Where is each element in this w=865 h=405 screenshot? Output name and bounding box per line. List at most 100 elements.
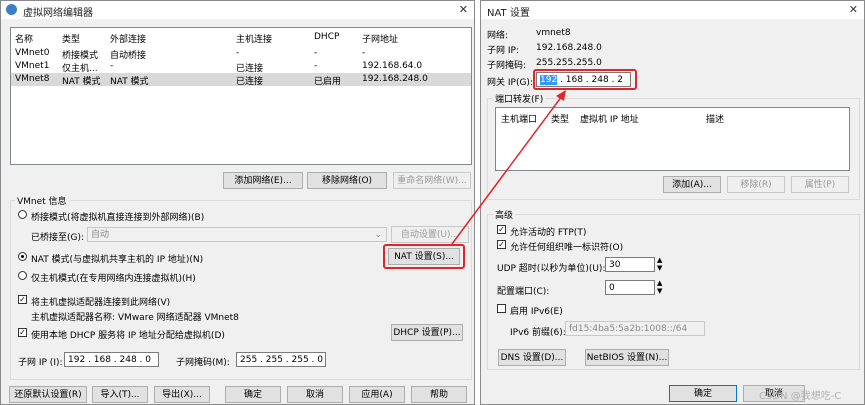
export-button[interactable]: 导出(X)... <box>154 386 210 403</box>
row-cell: 已连接 <box>236 77 264 87</box>
network-value: vmnet8 <box>536 28 571 38</box>
config-port-input[interactable]: 0 <box>605 280 655 295</box>
window-title: NAT 设置 <box>487 8 530 19</box>
vmnet-info-title: VMnet 信息 <box>15 194 69 207</box>
auto-settings-button[interactable]: 自动设置(U)... <box>391 226 469 243</box>
bridged-to-value: 自动 <box>91 230 110 240</box>
title-bar: 虚拟网络编辑器 ✕ <box>1 1 474 19</box>
allow-ftp-checkbox[interactable]: ✓ <box>497 225 506 234</box>
row-cell: - <box>362 48 366 58</box>
config-port-label: 配置端口(C): <box>497 287 550 297</box>
import-button[interactable]: 导入(T)... <box>92 386 148 403</box>
subnet-ip-label: 子网 IP: <box>487 46 519 56</box>
port-add-button[interactable]: 添加(A)... <box>663 176 721 193</box>
add-network-button[interactable]: 添加网络(E)... <box>223 172 303 189</box>
row-cell: VMnet8 <box>15 74 50 84</box>
port-properties-button[interactable]: 属性(P) <box>791 176 849 193</box>
apply-button[interactable]: 应用(A) <box>349 386 405 403</box>
ok-button[interactable]: 确定 <box>669 385 737 402</box>
connect-adapter-label: 将主机虚拟适配器连接到此网络(V) <box>31 298 171 308</box>
dhcp-settings-button[interactable]: DHCP 设置(P)... <box>391 324 463 341</box>
row-cell: 192.168.248.0 <box>362 74 428 84</box>
adapter-name-text: 主机虚拟适配器名称: VMware 网络适配器 VMnet8 <box>31 313 239 323</box>
col-host[interactable]: 主机连接 <box>236 32 272 45</box>
chevron-down-icon: ⌄ <box>374 230 382 240</box>
subnet-mask-label: 子网掩码(M): <box>176 358 230 368</box>
ok-button[interactable]: 确定 <box>225 386 281 403</box>
nat-mode-label: NAT 模式(与虚拟机共享主机的 IP 地址)(N) <box>31 255 204 265</box>
row-cell: - <box>314 48 318 58</box>
row-cell: - <box>236 48 240 58</box>
row-cell: 192.168.64.0 <box>362 61 423 71</box>
col-name[interactable]: 名称 <box>15 32 33 45</box>
network-table: 名称 类型 外部连接 主机连接 DHCP 子网地址 VMnet0 桥接模式 自动… <box>10 27 472 165</box>
gateway-label: 网关 IP(G): <box>487 78 533 88</box>
row-cell: - <box>314 61 318 71</box>
udp-stepper-icon[interactable]: ▲ ▼ <box>657 256 662 272</box>
host-only-radio[interactable] <box>18 271 27 280</box>
subnet-mask-input[interactable]: 255 . 255 . 255 . 0 <box>236 352 326 367</box>
col-description[interactable]: 描述 <box>706 112 724 125</box>
watermark-text: CSDN @我想吃-C <box>759 391 842 402</box>
row-cell: VMnet1 <box>15 61 50 71</box>
port-remove-button[interactable]: 移除(R) <box>727 176 785 193</box>
bridged-to-label: 已桥接至(G): <box>31 233 85 243</box>
title-bar: NAT 设置 ✕ <box>481 1 864 19</box>
virtual-network-editor-window: 虚拟网络编辑器 ✕ 名称 类型 外部连接 主机连接 DHCP 子网地址 VMne… <box>0 0 475 405</box>
subnet-ip-label: 子网 IP (I): <box>18 358 63 368</box>
gateway-highlight <box>533 69 637 90</box>
allow-oui-checkbox[interactable]: ✓ <box>497 240 506 249</box>
col-dhcp[interactable]: DHCP <box>314 32 339 42</box>
close-icon[interactable]: ✕ <box>849 3 858 16</box>
bridge-mode-radio[interactable] <box>18 210 27 219</box>
help-button[interactable]: 帮助 <box>411 386 467 403</box>
col-subnet[interactable]: 子网地址 <box>362 32 398 45</box>
subnet-ip-value: 192.168.248.0 <box>536 43 602 53</box>
table-row[interactable]: VMnet1 仅主机... - 已连接 - 192.168.64.0 <box>11 60 471 74</box>
row-cell: VMnet0 <box>15 48 50 58</box>
netbios-settings-button[interactable]: NetBIOS 设置(N)... <box>585 349 669 366</box>
ipv6-prefix-label: IPv6 前缀(6): <box>510 328 566 338</box>
port-forward-title: 端口转发(F) <box>493 92 546 105</box>
port-stepper-icon[interactable]: ▲ ▼ <box>657 279 662 295</box>
port-forward-table: 主机端口 类型 虚拟机 IP 地址 描述 <box>495 107 850 171</box>
nat-settings-highlight <box>383 244 465 269</box>
use-dhcp-checkbox[interactable]: ✓ <box>18 328 27 337</box>
window-title: 虚拟网络编辑器 <box>23 8 93 19</box>
host-only-label: 仅主机模式(在专用网络内连接虚拟机)(H) <box>31 274 196 284</box>
app-icon <box>6 4 17 15</box>
allow-oui-label: 允许任何组织唯一标识符(O) <box>510 243 624 253</box>
close-icon[interactable]: ✕ <box>459 3 468 16</box>
advanced-title: 高级 <box>493 208 516 221</box>
remove-network-button[interactable]: 移除网络(O) <box>307 172 387 189</box>
col-vm-ip[interactable]: 虚拟机 IP 地址 <box>580 112 639 125</box>
ipv6-checkbox[interactable] <box>497 304 506 313</box>
bridged-to-select[interactable]: 自动 ⌄ <box>87 227 387 242</box>
dns-settings-button[interactable]: DNS 设置(D)... <box>498 349 566 366</box>
use-dhcp-label: 使用本地 DHCP 服务将 IP 地址分配给虚拟机(D) <box>31 331 225 341</box>
allow-ftp-label: 允许活动的 FTP(T) <box>510 228 587 238</box>
ipv6-prefix-input[interactable]: fd15:4ba5:5a2b:1008::/64 <box>565 321 705 336</box>
subnet-ip-input[interactable]: 192 . 168 . 248 . 0 <box>64 352 159 367</box>
row-cell: 已启用 <box>314 77 342 87</box>
udp-timeout-input[interactable]: 30 <box>605 257 655 272</box>
network-label: 网络: <box>487 31 509 41</box>
ipv6-label: 启用 IPv6(E) <box>510 307 563 317</box>
bridge-mode-label: 桥接模式(将虚拟机直接连接到外部网络)(B) <box>31 213 205 223</box>
col-external[interactable]: 外部连接 <box>110 32 146 45</box>
row-cell: - <box>110 61 114 71</box>
nat-settings-window: NAT 设置 ✕ 网络: vmnet8 子网 IP: 192.168.248.0… <box>480 0 865 405</box>
col-type[interactable]: 类型 <box>551 112 569 125</box>
udp-timeout-label: UDP 超时(以秒为单位)(U): <box>497 264 606 274</box>
table-row-selected[interactable]: VMnet8 NAT 模式 NAT 模式 已连接 已启用 192.168.248… <box>11 73 471 87</box>
nat-mode-radio[interactable] <box>18 252 27 261</box>
col-host-port[interactable]: 主机端口 <box>501 112 537 125</box>
row-cell: NAT 模式 <box>110 77 149 87</box>
rename-network-button[interactable]: 重命名网络(W)... <box>393 172 471 189</box>
restore-defaults-button[interactable]: 还原默认设置(R) <box>9 386 87 403</box>
row-cell: NAT 模式 <box>62 77 101 87</box>
cancel-button[interactable]: 取消 <box>287 386 343 403</box>
table-row[interactable]: VMnet0 桥接模式 自动桥接 - - - <box>11 47 471 61</box>
col-type[interactable]: 类型 <box>62 32 80 45</box>
connect-adapter-checkbox[interactable]: ✓ <box>18 295 27 304</box>
